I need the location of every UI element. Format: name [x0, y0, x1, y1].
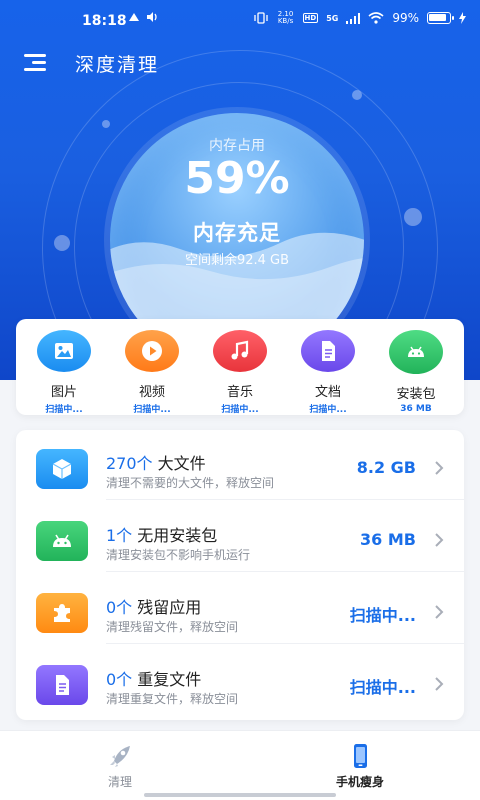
- divider: [106, 571, 464, 572]
- menu-icon-line: [24, 68, 46, 71]
- item-count: 270个: [106, 454, 153, 473]
- phone-icon: [354, 744, 367, 768]
- item-value: 扫描中...: [349, 678, 416, 697]
- item-value: 扫描中...: [349, 606, 416, 625]
- memory-status: 内存充足: [193, 221, 281, 245]
- decor-dot: [404, 208, 422, 226]
- battery-percent: 99%: [392, 11, 419, 25]
- category-label: 图片: [50, 385, 77, 400]
- divider: [106, 499, 464, 500]
- item-title: 0个 重复文件: [106, 666, 201, 690]
- category-music[interactable]: 音乐 扫描中...: [200, 319, 280, 415]
- item-desc: 清理重复文件，释放空间: [106, 692, 239, 706]
- item-count: 0个: [106, 598, 133, 617]
- menu-icon-line: [24, 54, 46, 57]
- item-name: 大文件: [157, 454, 206, 473]
- tab-phone-slim[interactable]: 手机瘦身: [240, 731, 480, 793]
- category-state: 扫描中...: [221, 405, 259, 415]
- item-name: 重复文件: [137, 670, 202, 689]
- item-count: 0个: [106, 670, 133, 689]
- status-bar: 18:18 2.10 KB/s HD 5G 99%: [0, 0, 480, 40]
- bottom-nav: 清理 手机瘦身: [0, 730, 480, 800]
- image-icon: [37, 330, 91, 372]
- chevron-right-icon: [435, 533, 444, 547]
- category-state: 扫描中...: [309, 405, 347, 415]
- decor-dot: [352, 90, 362, 100]
- document-icon: [301, 330, 355, 372]
- page-title: 深度清理: [75, 54, 160, 76]
- charging-icon: [459, 12, 466, 24]
- decor-dot: [54, 235, 70, 251]
- category-label: 视频: [138, 385, 165, 400]
- status-time: 18:18: [82, 13, 127, 29]
- list-item-duplicate-files[interactable]: 0个 重复文件 清理重复文件，释放空间 扫描中...: [16, 646, 464, 716]
- tab-label: 清理: [107, 775, 132, 789]
- item-value: 8.2 GB: [356, 458, 416, 477]
- status-right-icons: 2.10 KB/s HD 5G 99%: [253, 11, 466, 25]
- android-icon: [36, 521, 88, 561]
- item-desc: 清理残留文件，释放空间: [106, 620, 239, 634]
- home-indicator[interactable]: [144, 793, 336, 797]
- list-item-residual-apps[interactable]: 0个 残留应用 清理残留文件，释放空间 扫描中...: [16, 574, 464, 644]
- notification-icon: [129, 13, 139, 21]
- divider: [106, 643, 464, 644]
- category-state: 36 MB: [400, 404, 432, 414]
- cube-icon: [36, 449, 88, 489]
- category-state: 扫描中...: [133, 405, 171, 415]
- volume-icon: [147, 12, 157, 22]
- list-item-useless-apks[interactable]: 1个 无用安装包 清理安装包不影响手机运行 36 MB: [16, 502, 464, 572]
- puzzle-icon: [36, 593, 88, 633]
- wifi-icon: [368, 12, 384, 24]
- item-name: 残留应用: [137, 598, 202, 617]
- vibrate-icon: [253, 12, 268, 24]
- item-desc: 清理不需要的大文件，释放空间: [106, 476, 275, 490]
- item-title: 270个 大文件: [106, 450, 206, 474]
- chevron-right-icon: [435, 461, 444, 475]
- category-videos[interactable]: 视频 扫描中...: [112, 319, 192, 415]
- toolbar: 深度清理: [0, 44, 480, 84]
- clean-list-card: 270个 大文件 清理不需要的大文件，释放空间 8.2 GB 1个 无用安装包 …: [16, 430, 464, 720]
- decor-dot: [102, 120, 110, 128]
- memory-caption: 内存占用: [209, 138, 265, 154]
- menu-button[interactable]: [24, 52, 50, 74]
- menu-icon-line: [32, 61, 46, 64]
- android-icon: [389, 330, 443, 374]
- item-value: 36 MB: [360, 530, 416, 549]
- free-space-text: 空间剩余92.4 GB: [184, 253, 290, 268]
- status-left-icons: [128, 12, 158, 22]
- category-label: 音乐: [226, 385, 253, 400]
- category-label: 安装包: [396, 387, 436, 402]
- category-apks[interactable]: 安装包 36 MB: [376, 319, 456, 415]
- document-icon: [36, 665, 88, 705]
- item-title: 0个 残留应用: [106, 594, 201, 618]
- chevron-right-icon: [435, 677, 444, 691]
- tab-clean[interactable]: 清理: [0, 731, 240, 793]
- category-label: 文档: [314, 385, 341, 400]
- tab-label: 手机瘦身: [335, 775, 384, 789]
- category-state: 扫描中...: [45, 405, 83, 415]
- chevron-right-icon: [435, 605, 444, 619]
- item-count: 1个: [106, 526, 133, 545]
- net-speed: 2.10 KB/s: [277, 10, 294, 25]
- list-item-large-files[interactable]: 270个 大文件 清理不需要的大文件，释放空间 8.2 GB: [16, 430, 464, 500]
- play-icon: [125, 330, 179, 372]
- signal-bars-icon: [346, 12, 361, 24]
- item-desc: 清理安装包不影响手机运行: [106, 548, 251, 562]
- music-icon: [213, 330, 267, 372]
- category-images[interactable]: 图片 扫描中...: [24, 319, 104, 415]
- rocket-icon: [110, 746, 130, 767]
- category-card: 图片 扫描中... 视频 扫描中... 音乐 扫描中... 文档 扫描中... …: [16, 319, 464, 415]
- signal-5g: 5G: [326, 13, 339, 23]
- item-title: 1个 无用安装包: [106, 522, 217, 546]
- memory-percent: 59%: [184, 153, 290, 204]
- hd-badge: HD: [302, 13, 319, 23]
- category-documents[interactable]: 文档 扫描中...: [288, 319, 368, 415]
- item-name: 无用安装包: [137, 526, 218, 545]
- battery-icon: [427, 12, 454, 24]
